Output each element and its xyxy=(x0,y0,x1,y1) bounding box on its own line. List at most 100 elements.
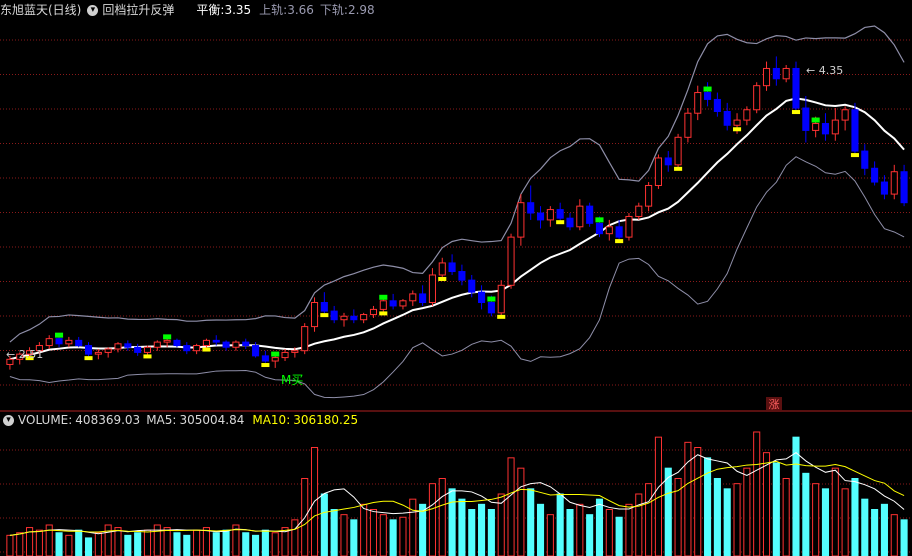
candle xyxy=(556,209,564,219)
volume-bar xyxy=(16,532,24,556)
volume-bar xyxy=(762,452,771,556)
candle xyxy=(782,67,790,80)
balance-label: 平衡: xyxy=(196,3,225,17)
candle xyxy=(684,112,692,138)
volume-bar xyxy=(183,534,191,556)
candle xyxy=(536,212,545,221)
volume-bar xyxy=(664,467,672,556)
signal-marker xyxy=(487,296,496,302)
candle xyxy=(320,302,328,312)
indicator-menu-icon[interactable]: ▾ xyxy=(87,4,99,16)
volume-bar xyxy=(527,488,535,556)
ma10-label: MA10: xyxy=(252,413,291,427)
signal-marker xyxy=(615,239,624,244)
candle xyxy=(379,300,387,310)
upper-band-value: 3.66 xyxy=(287,3,314,17)
volume-bar xyxy=(320,493,328,556)
volume-bar xyxy=(389,519,397,556)
candle xyxy=(222,341,230,348)
signal-marker xyxy=(674,166,683,171)
volume-bar xyxy=(84,537,93,556)
signal-marker xyxy=(143,354,152,359)
volume-bar xyxy=(694,447,702,556)
candle xyxy=(360,314,368,321)
candle xyxy=(369,308,378,316)
volume-bar xyxy=(55,532,63,556)
low-price-value: 2.51 xyxy=(18,348,44,361)
volume-bar xyxy=(605,509,613,556)
candle xyxy=(625,215,633,238)
candle xyxy=(890,171,898,195)
rise-badge: 涨 xyxy=(766,397,782,412)
volume-bar xyxy=(261,529,269,556)
candle xyxy=(438,262,446,276)
candle xyxy=(84,345,93,355)
signal-marker xyxy=(556,220,565,225)
candle xyxy=(340,315,348,321)
candle xyxy=(527,202,535,214)
ma10-value: 306180.25 xyxy=(293,413,359,427)
candle xyxy=(880,181,888,195)
volume-bar xyxy=(291,519,299,556)
volume-bar xyxy=(124,534,132,556)
candle xyxy=(173,339,181,347)
volume-bar xyxy=(871,509,879,556)
volume-bar xyxy=(546,514,554,556)
volume-bar xyxy=(271,532,279,556)
candle xyxy=(713,98,721,112)
volume-bar xyxy=(114,527,122,556)
candle xyxy=(605,226,613,235)
candle xyxy=(242,341,250,347)
candle xyxy=(595,222,604,235)
volume-bar xyxy=(733,483,741,556)
volume-bar xyxy=(684,441,692,556)
candle xyxy=(193,345,201,352)
volume-bar xyxy=(812,483,820,556)
volume-bar xyxy=(242,532,250,556)
volume-bar xyxy=(625,503,633,556)
volume-bar xyxy=(566,509,574,556)
upper-band-label: 上轨: xyxy=(259,3,288,17)
volume-bar xyxy=(743,467,751,556)
low-price-marker: ← 2.51 xyxy=(6,348,44,361)
candle xyxy=(458,271,466,281)
lower-band-line xyxy=(9,156,905,399)
candle xyxy=(202,339,210,347)
signal-marker xyxy=(163,334,172,340)
volume-bar xyxy=(419,503,427,556)
volume-bar xyxy=(536,503,545,556)
candle xyxy=(330,310,338,321)
candle xyxy=(792,67,800,109)
volume-bar xyxy=(252,534,260,556)
volume-bar xyxy=(173,532,181,556)
candle xyxy=(654,157,662,186)
ma5-value: 305004.84 xyxy=(179,413,245,427)
volume-bar xyxy=(458,498,466,556)
candle xyxy=(291,350,299,353)
volume-menu-icon[interactable]: ▾ xyxy=(3,414,14,426)
volume-bar xyxy=(782,478,790,556)
signal-marker xyxy=(811,117,820,123)
candle xyxy=(114,343,122,350)
candle xyxy=(310,302,319,328)
volume-bar xyxy=(330,509,338,556)
volume-bar xyxy=(517,467,525,556)
volume-bar xyxy=(723,488,731,556)
kline-chart[interactable] xyxy=(0,0,912,556)
high-price-value: 4.35 xyxy=(818,64,844,77)
candle xyxy=(399,300,407,307)
signal-marker xyxy=(791,110,801,115)
volume-bar xyxy=(586,514,594,556)
signal-marker xyxy=(271,351,280,357)
indicator-name: 回档拉升反弹 xyxy=(102,3,175,17)
signal-marker xyxy=(379,294,388,300)
volume-bar xyxy=(861,498,869,556)
candle xyxy=(517,202,525,238)
candle xyxy=(153,341,161,348)
candle xyxy=(831,119,839,135)
candle xyxy=(753,85,761,111)
candle xyxy=(487,302,495,314)
volume-bar xyxy=(6,534,14,556)
candle xyxy=(762,67,771,87)
candle xyxy=(743,109,751,121)
